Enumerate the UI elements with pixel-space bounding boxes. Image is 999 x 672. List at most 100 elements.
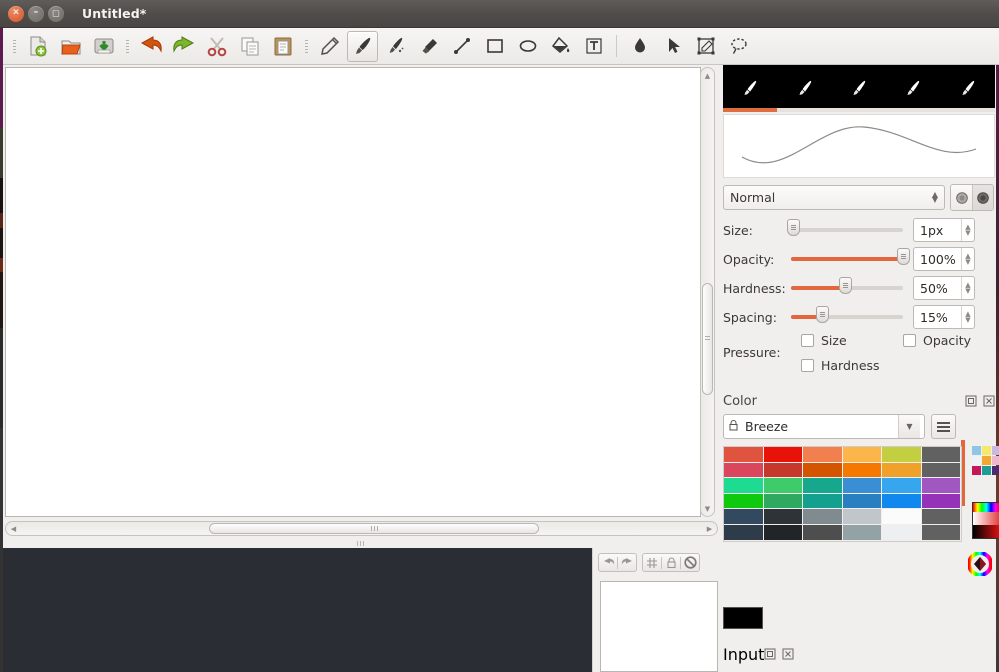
- spinner-arrows-icon[interactable]: ▲ ▼: [961, 248, 974, 270]
- color-swatch[interactable]: [842, 509, 882, 525]
- color-swatch[interactable]: [921, 524, 961, 541]
- layer-thumbnail[interactable]: [600, 581, 718, 672]
- checkbox-box[interactable]: [801, 359, 814, 372]
- opacity-slider[interactable]: [791, 248, 910, 265]
- toolbar-grip-2[interactable]: [123, 35, 131, 57]
- color-swatch[interactable]: [803, 524, 843, 541]
- color-swatch[interactable]: [842, 493, 882, 510]
- hardness-spinbox[interactable]: 50% ▲ ▼: [913, 276, 975, 300]
- color-swatch[interactable]: [803, 447, 843, 463]
- color-swatch[interactable]: [882, 524, 922, 541]
- mini-color-swatch[interactable]: [992, 446, 999, 455]
- brush-preset-item[interactable]: [941, 65, 995, 110]
- color-swatch[interactable]: [803, 509, 843, 525]
- color-swatch[interactable]: [842, 447, 882, 463]
- scroll-down-icon[interactable]: ▼: [701, 502, 714, 515]
- color-swatch[interactable]: [763, 524, 803, 541]
- close-window-button[interactable]: ×: [8, 5, 24, 22]
- color-swatch[interactable]: [724, 524, 764, 541]
- move-tool-button[interactable]: [657, 31, 688, 62]
- checkbox-box[interactable]: [903, 334, 916, 347]
- color-swatch[interactable]: [842, 524, 882, 541]
- color-swatch[interactable]: [724, 493, 764, 510]
- color-swatch[interactable]: [921, 462, 961, 479]
- color-swatch[interactable]: [724, 509, 764, 525]
- pressure-hardness-checkbox[interactable]: Hardness: [801, 358, 880, 373]
- color-swatch[interactable]: [803, 493, 843, 510]
- color-swatch[interactable]: [921, 478, 961, 494]
- spinner-arrows-icon[interactable]: ▲ ▼: [961, 219, 974, 241]
- size-slider[interactable]: [787, 219, 903, 236]
- new-file-button[interactable]: [22, 31, 53, 62]
- mini-color-swatch[interactable]: [982, 466, 991, 475]
- color-swatch[interactable]: [882, 509, 922, 525]
- eraser-tool-button[interactable]: [413, 31, 444, 62]
- toolbar-grip[interactable]: [10, 35, 18, 57]
- hardness-slider[interactable]: [791, 277, 903, 294]
- airbrush-tool-button[interactable]: [380, 31, 411, 62]
- redo-button[interactable]: [168, 31, 199, 62]
- close-panel-icon[interactable]: [782, 645, 794, 664]
- blur-tool-button[interactable]: [624, 31, 655, 62]
- paste-button[interactable]: [267, 31, 298, 62]
- drawing-canvas[interactable]: [5, 67, 701, 517]
- mini-color-swatch[interactable]: [982, 446, 991, 455]
- foreground-color-swatch[interactable]: [723, 607, 763, 629]
- maximize-window-button[interactable]: □: [48, 5, 64, 22]
- color-swatch[interactable]: [763, 493, 803, 510]
- spacing-spinbox[interactable]: 15% ▲ ▼: [913, 305, 975, 329]
- line-tool-button[interactable]: [446, 31, 477, 62]
- spinner-arrows-icon[interactable]: ▲ ▼: [961, 277, 974, 299]
- paintbrush-tool-button[interactable]: [347, 30, 378, 62]
- color-swatch[interactable]: [921, 509, 961, 525]
- mini-color-swatch[interactable]: [992, 466, 999, 475]
- spinner-arrows-icon[interactable]: ▲ ▼: [961, 306, 974, 328]
- color-swatch[interactable]: [803, 462, 843, 479]
- scroll-left-icon[interactable]: ◀: [7, 522, 20, 535]
- blend-mode-dropdown[interactable]: Normal ▲ ▼: [723, 185, 945, 210]
- color-swatch[interactable]: [921, 493, 961, 510]
- horizontal-scrollbar-thumb[interactable]: [209, 523, 539, 534]
- float-panel-icon[interactable]: [965, 392, 977, 411]
- erase-mode-button[interactable]: [972, 185, 993, 210]
- hue-strip[interactable]: [973, 503, 999, 512]
- canvas-vertical-scrollbar[interactable]: ▲ ▼: [700, 67, 715, 517]
- panel-splitter-handle[interactable]: [3, 539, 719, 547]
- disabled-icon[interactable]: [681, 554, 699, 571]
- color-swatch[interactable]: [724, 447, 764, 463]
- palette-menu-button[interactable]: [931, 414, 956, 439]
- pencil-tool-button[interactable]: [314, 31, 345, 62]
- lasso-tool-button[interactable]: [723, 31, 754, 62]
- color-swatch[interactable]: [921, 447, 961, 463]
- save-file-button[interactable]: [88, 31, 119, 62]
- grid-icon[interactable]: [643, 554, 661, 571]
- color-swatch[interactable]: [763, 478, 803, 494]
- color-swatch[interactable]: [763, 462, 803, 479]
- ellipse-tool-button[interactable]: [512, 31, 543, 62]
- crop-tool-button[interactable]: [690, 31, 721, 62]
- scroll-up-icon[interactable]: ▲: [701, 69, 714, 82]
- color-swatch[interactable]: [763, 509, 803, 525]
- paint-mode-button[interactable]: [951, 185, 972, 210]
- scroll-right-icon[interactable]: ▶: [703, 522, 716, 535]
- mini-color-swatch[interactable]: [972, 456, 981, 465]
- color-swatch[interactable]: [882, 447, 922, 463]
- canvas-horizontal-scrollbar[interactable]: ◀ ▶: [5, 521, 718, 536]
- color-swatch[interactable]: [842, 478, 882, 494]
- mini-color-swatch[interactable]: [982, 456, 991, 465]
- color-swatch[interactable]: [724, 462, 764, 479]
- open-file-button[interactable]: [55, 31, 86, 62]
- opacity-spinbox[interactable]: 100% ▲ ▼: [913, 247, 975, 271]
- fill-tool-button[interactable]: [545, 31, 576, 62]
- undo-button[interactable]: [135, 31, 166, 62]
- brush-preset-scrollbar[interactable]: [723, 108, 995, 112]
- rectangle-tool-button[interactable]: [479, 31, 510, 62]
- pressure-size-checkbox[interactable]: Size: [801, 333, 847, 348]
- color-swatch[interactable]: [803, 478, 843, 494]
- undo-icon[interactable]: [599, 554, 617, 571]
- checkbox-box[interactable]: [801, 334, 814, 347]
- mini-color-swatch[interactable]: [992, 456, 999, 465]
- redo-icon[interactable]: [618, 554, 636, 571]
- saturation-strip[interactable]: [973, 512, 999, 525]
- spacing-slider[interactable]: [791, 306, 903, 323]
